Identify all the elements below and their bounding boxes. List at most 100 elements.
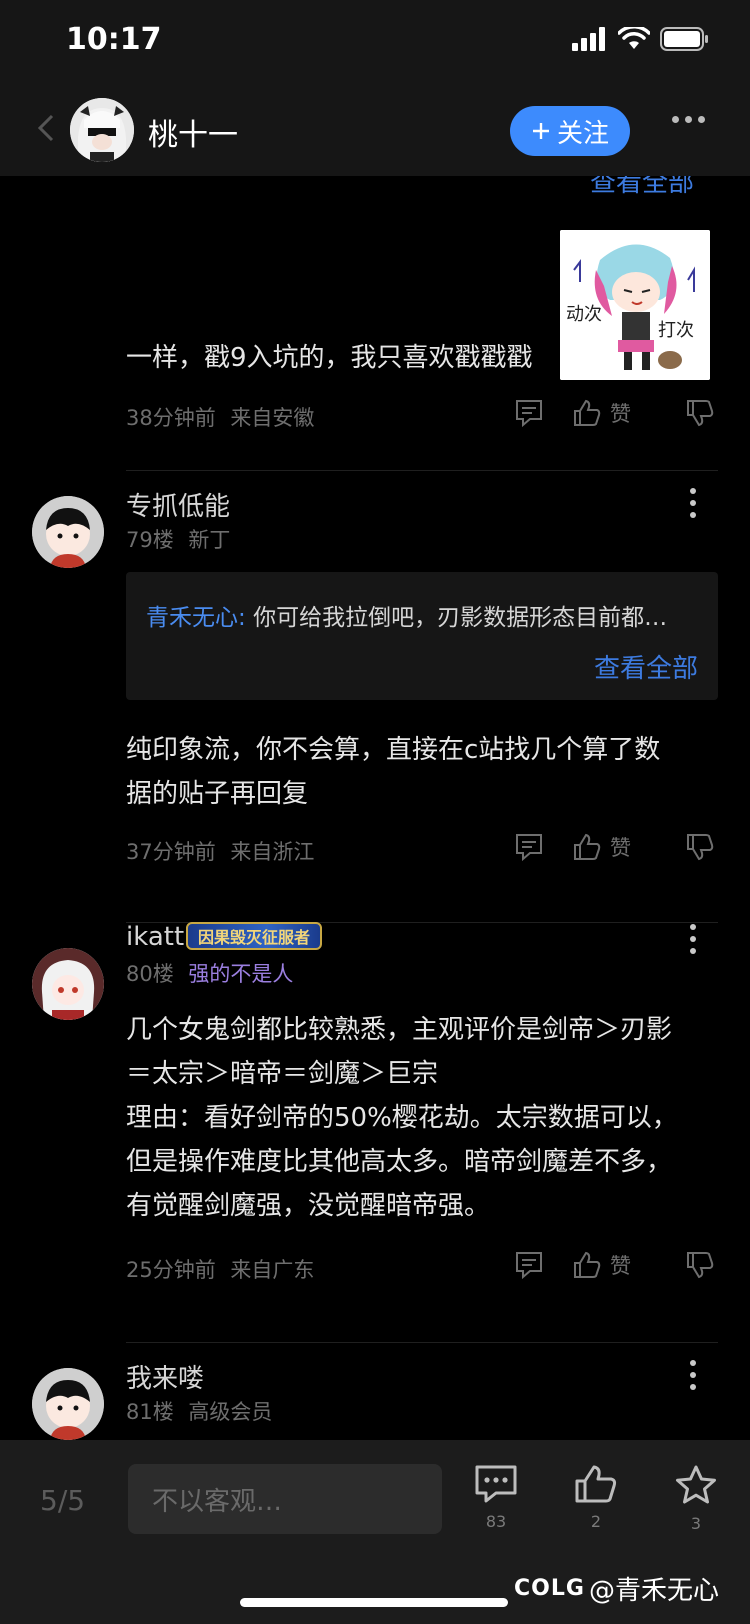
favorite-count: 3	[690, 1514, 702, 1533]
dislike-button[interactable]	[685, 832, 715, 862]
page-indicator[interactable]: 5/5	[40, 1484, 85, 1517]
avatar[interactable]	[32, 496, 104, 568]
thumbs-up-icon	[574, 399, 601, 426]
nav-bar: 桃十一 关注	[0, 80, 750, 176]
divider	[126, 470, 718, 471]
comment-line: ＝太宗＞暗帝＝剑魔＞巨宗	[126, 1059, 439, 1089]
comment-actions: 赞	[514, 832, 715, 862]
user-floor: 79楼 新丁	[126, 524, 230, 554]
favorite-button[interactable]: 3	[666, 1464, 726, 1533]
comment-actions: 赞	[514, 398, 715, 428]
comment-line: 纯印象流，你不会算，直接在c站找几个算了数	[126, 735, 661, 765]
wifi-icon	[618, 27, 650, 49]
quote-user[interactable]: 青禾无心:	[146, 605, 246, 631]
dislike-button[interactable]	[685, 398, 715, 428]
comment-meta: 37分钟前 来自浙江	[126, 836, 314, 866]
status-time: 10:17	[66, 22, 162, 57]
like-button[interactable]: 赞	[572, 398, 631, 428]
comment-text: 一样，戳9入坑的，我只喜欢戳戳戳	[126, 343, 533, 373]
comment-line: 据的贴子再回复	[126, 779, 309, 809]
comment-more-button[interactable]	[690, 488, 696, 518]
comment-time: 37分钟前	[126, 840, 216, 864]
battery-icon	[660, 27, 708, 51]
quote-text: 你可给我拉倒吧，刃影数据形态目前都…	[253, 605, 668, 631]
follow-button[interactable]: 关注	[510, 106, 630, 156]
previous-view-all-link[interactable]: 查看全部	[590, 176, 694, 199]
comment-more-button[interactable]	[690, 924, 696, 954]
username[interactable]: 专抓低能	[126, 486, 230, 523]
thumbs-up-icon	[574, 1251, 601, 1278]
follow-label: 关注	[556, 118, 609, 149]
comment-meta: 38分钟前 来自安徽	[126, 402, 314, 432]
status-bar: 10:17	[0, 0, 750, 80]
dislike-button[interactable]	[685, 1250, 715, 1280]
floor-number: 79楼	[126, 528, 174, 552]
avatar[interactable]	[32, 1368, 104, 1440]
view-all-link[interactable]: 查看全部	[594, 648, 698, 685]
watermark-logo: COLG	[514, 1576, 585, 1601]
floor-number: 81楼	[126, 1400, 174, 1424]
comment-location: 来自安徽	[230, 406, 315, 430]
reply-input[interactable]: 不以客观…	[128, 1464, 442, 1534]
author-name[interactable]: 桃十一	[148, 110, 238, 154]
user-floor: 80楼 强的不是人	[126, 958, 293, 988]
comment-line: 几个女鬼剑都比较熟悉，主观评价是剑帝＞刃影	[126, 1015, 673, 1045]
comment-line: 有觉醒剑魔强，没觉醒暗帝强。	[126, 1191, 491, 1221]
comment-line: 理由：看好剑帝的50%樱花劫。太宗数据可以，	[126, 1103, 678, 1133]
comment-time: 38分钟前	[126, 406, 216, 430]
comment-meta: 25分钟前 来自广东	[126, 1254, 314, 1284]
comment-text: 几个女鬼剑都比较熟悉，主观评价是剑帝＞刃影 ＝太宗＞暗帝＝剑魔＞巨宗 理由：看好…	[126, 1008, 716, 1228]
like-button[interactable]: 赞	[572, 1250, 631, 1280]
watermark: COLG @青禾无心	[514, 1570, 719, 1607]
reply-button[interactable]	[514, 398, 544, 428]
status-icons	[572, 26, 710, 52]
comment-location: 来自广东	[230, 1258, 315, 1282]
sticker-text-left: 动次	[566, 304, 602, 325]
comment-count: 83	[485, 1512, 507, 1531]
star-icon	[676, 1465, 716, 1504]
comments-button[interactable]: 83	[466, 1464, 526, 1531]
bottom-bar: 5/5 不以客观… 83 2 3 COLG @青禾无心	[0, 1440, 750, 1624]
user-title: 强的不是人	[188, 962, 294, 986]
like-label: 赞	[610, 836, 631, 860]
username[interactable]: ikatt	[126, 922, 184, 952]
user-level: 新丁	[188, 528, 231, 552]
watermark-text: @青禾无心	[588, 1576, 719, 1606]
reply-button[interactable]	[514, 832, 544, 862]
username[interactable]: 我来喽	[126, 1358, 204, 1395]
plus-icon	[532, 123, 549, 139]
thumbs-down-icon	[687, 834, 714, 861]
home-indicator[interactable]	[240, 1598, 508, 1607]
reply-button[interactable]	[514, 1250, 544, 1280]
floor-number: 80楼	[126, 962, 174, 986]
comment-time: 25分钟前	[126, 1258, 216, 1282]
avatar[interactable]	[32, 948, 104, 1020]
divider	[126, 1342, 718, 1343]
more-options-button[interactable]	[672, 116, 705, 123]
thumbs-down-icon	[687, 400, 714, 427]
comment-actions: 赞	[514, 1250, 715, 1280]
reply-placeholder: 不以客观…	[152, 1486, 283, 1517]
chevron-left-icon	[37, 114, 54, 142]
like-post-button[interactable]: 2	[566, 1464, 626, 1531]
user-floor: 81楼 高级会员	[126, 1396, 272, 1426]
thumbs-down-icon	[687, 1252, 714, 1279]
user-level: 高级会员	[188, 1400, 273, 1424]
like-label: 赞	[610, 402, 631, 426]
thumbs-up-icon	[575, 1465, 617, 1503]
user-badge: 因果毁灭征服者	[186, 922, 322, 950]
like-label: 赞	[610, 1254, 631, 1278]
quote-line: 青禾无心: 你可给我拉倒吧，刃影数据形态目前都…	[146, 598, 706, 632]
comment-line: 但是操作难度比其他高太多。暗帝剑魔差不多，	[126, 1147, 673, 1177]
like-count: 2	[590, 1512, 602, 1531]
comment-list[interactable]: 查看全部 动次 打次 一样，戳9入坑的，我只喜欢戳戳戳 38分钟前 来自安徽 赞…	[0, 176, 750, 1440]
comment-bubble-icon	[475, 1465, 517, 1503]
author-avatar[interactable]	[70, 98, 134, 162]
back-button[interactable]	[36, 112, 56, 153]
quoted-reply[interactable]: 青禾无心: 你可给我拉倒吧，刃影数据形态目前都… 查看全部	[126, 572, 718, 700]
comment-text: 纯印象流，你不会算，直接在c站找几个算了数 据的贴子再回复	[126, 728, 716, 816]
comment-more-button[interactable]	[690, 1360, 696, 1390]
like-button[interactable]: 赞	[572, 832, 631, 862]
signal-icon	[572, 27, 605, 51]
comment-icon	[516, 834, 542, 862]
